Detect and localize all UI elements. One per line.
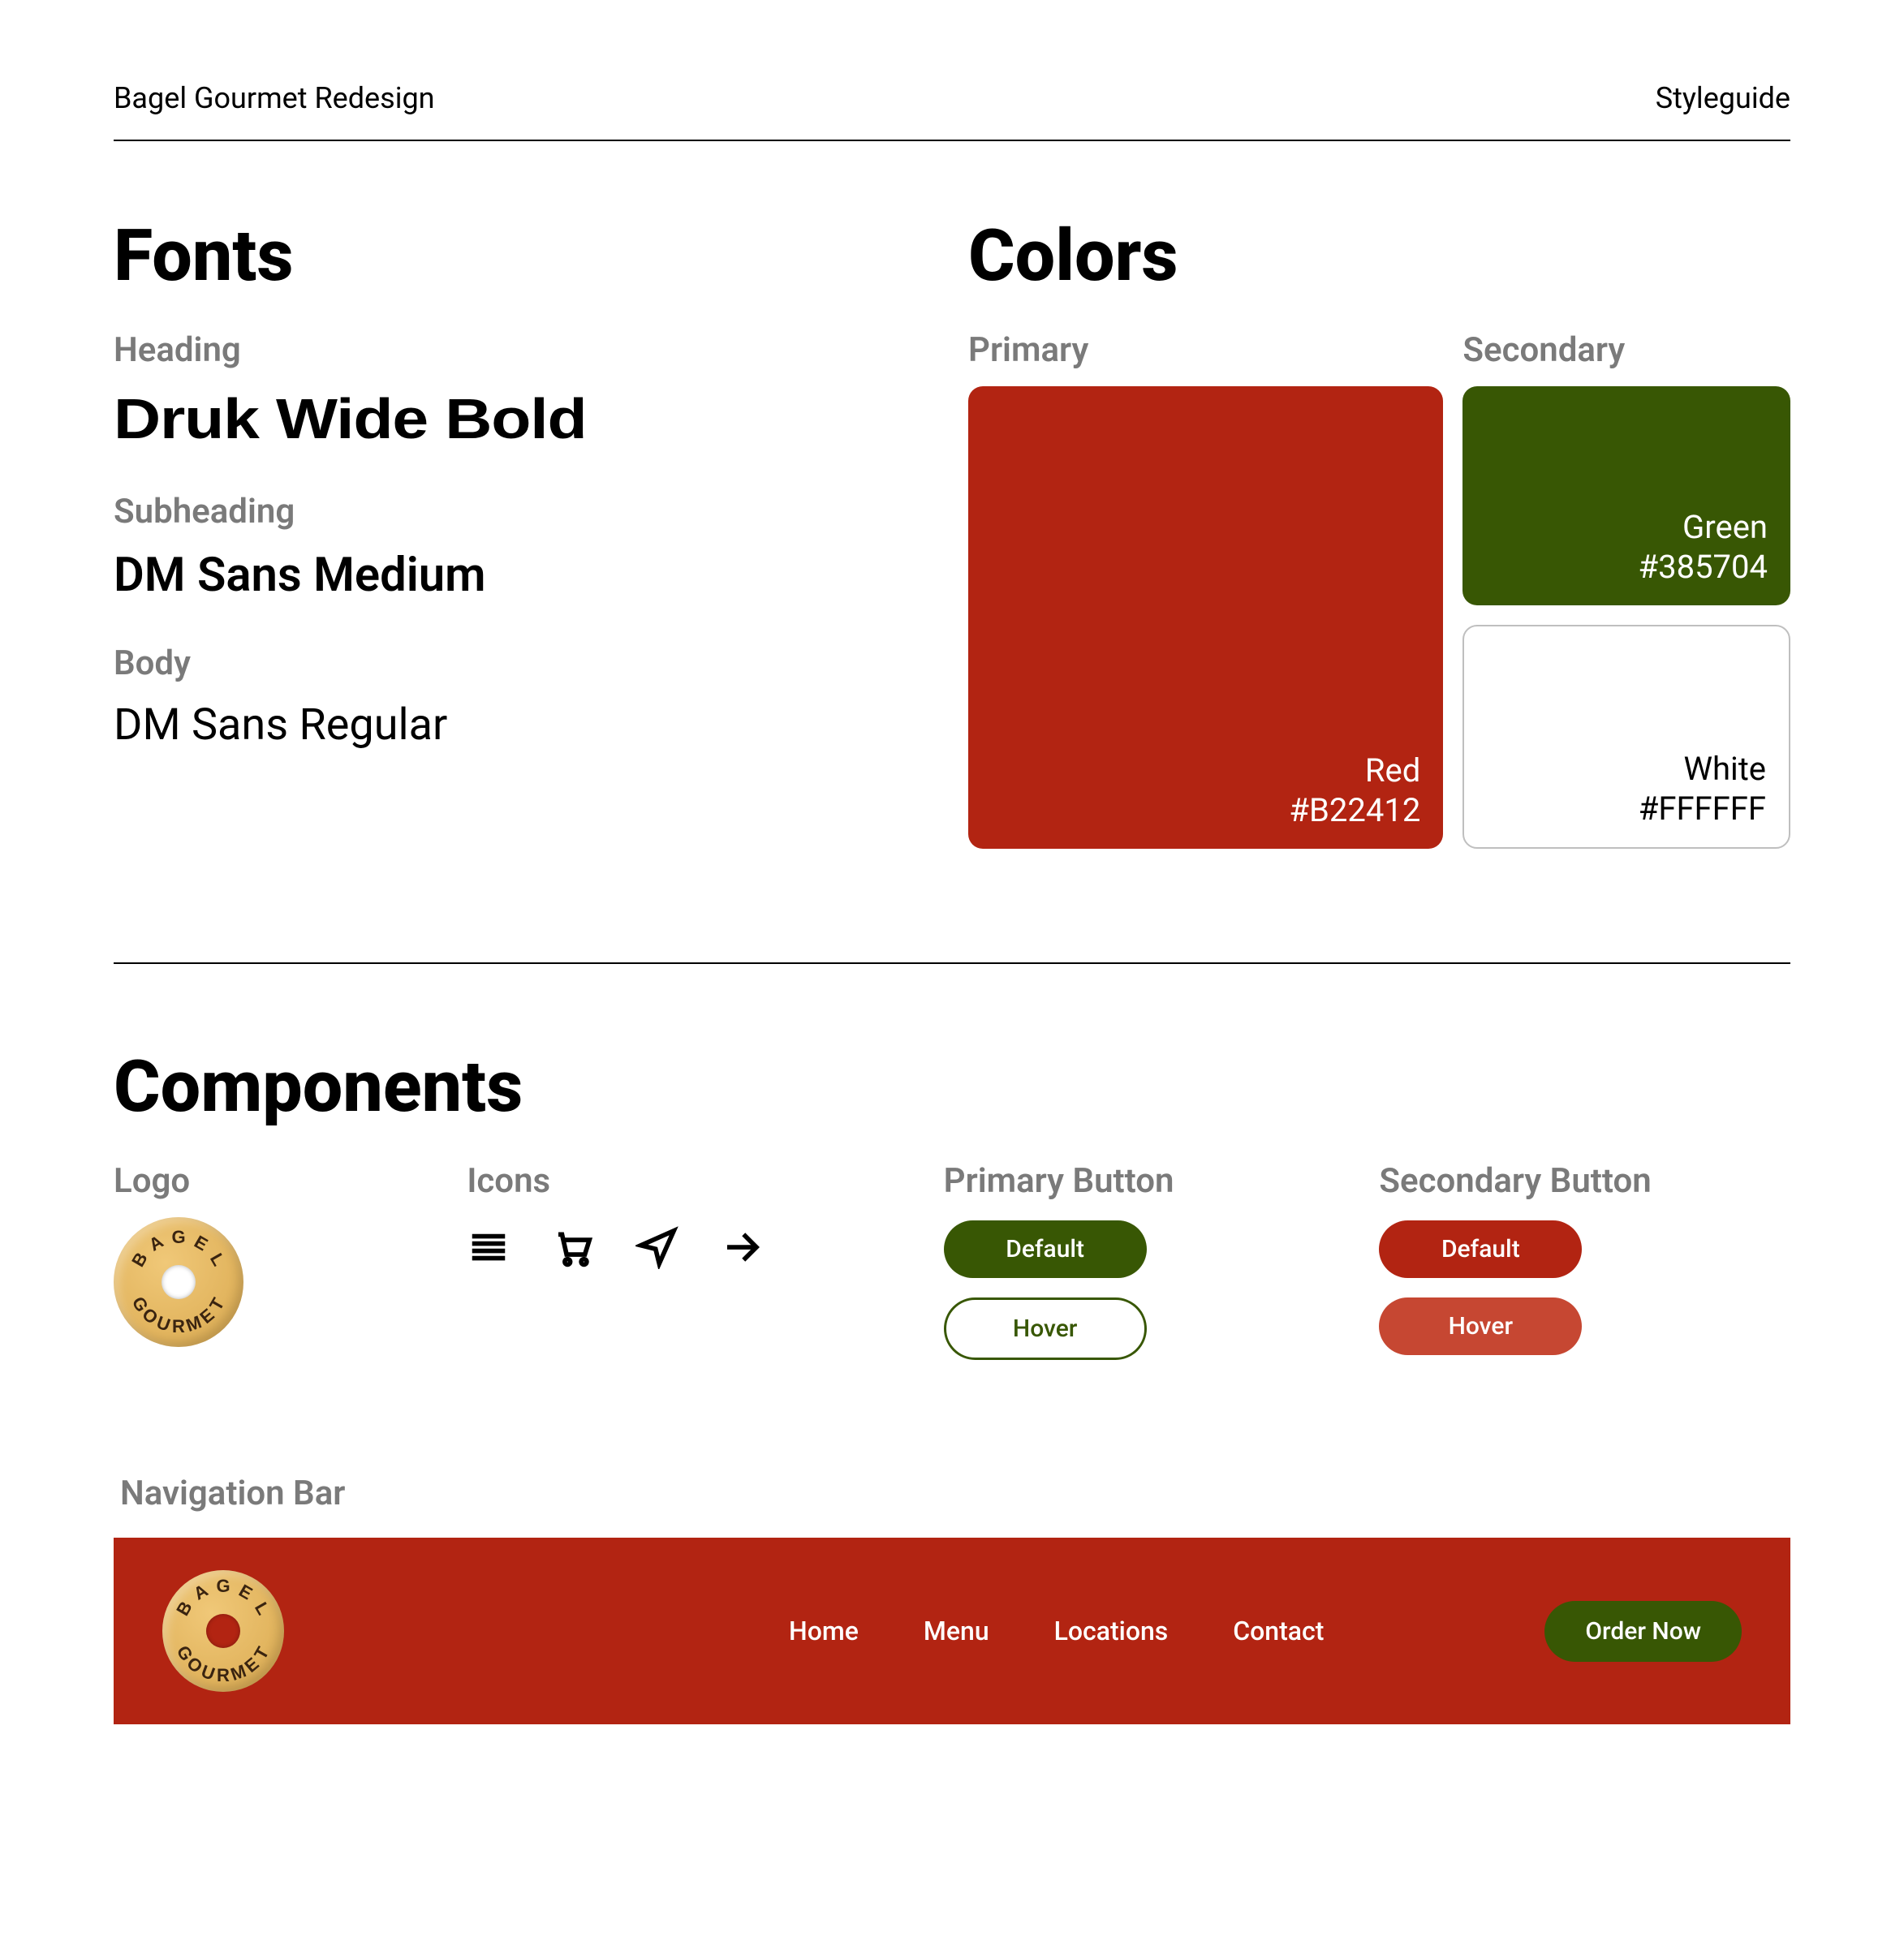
icons-label: Icons	[467, 1161, 919, 1201]
swatch-white-hex: #FFFFFF	[1639, 790, 1766, 828]
body-label: Body	[114, 643, 936, 683]
components-title: Components	[114, 1045, 1790, 1129]
secondary-label: Secondary	[1462, 330, 1790, 370]
swatch-white-name: White	[1683, 750, 1766, 788]
navbar-label: Navigation Bar	[120, 1474, 1790, 1513]
logo: BAGELGOURMET	[114, 1217, 243, 1347]
swatch-green: Green #385704	[1462, 386, 1790, 605]
logo-text-ring: BAGELGOURMET	[114, 1217, 243, 1347]
swatch-green-name: Green	[1682, 508, 1768, 546]
nav-links: Home Menu Locations Contact	[617, 1616, 1496, 1646]
heading-label: Heading	[114, 330, 936, 370]
project-name: Bagel Gourmet Redesign	[114, 81, 435, 115]
font-body-block: Body DM Sans Regular	[114, 643, 936, 751]
header-bar: Bagel Gourmet Redesign Styleguide	[114, 81, 1790, 141]
swatch-green-hex: #385704	[1638, 548, 1768, 586]
swatch-white: White #FFFFFF	[1462, 625, 1790, 849]
subheading-label: Subheading	[114, 492, 936, 531]
send-icon	[635, 1225, 679, 1272]
secondary-button-column: Secondary Button Default Hover	[1379, 1161, 1790, 1360]
navbar-logo[interactable]: BAGELGOURMET	[162, 1570, 284, 1692]
page-name: Styleguide	[1656, 81, 1790, 115]
swatch-red: Red #B22412	[968, 386, 1443, 849]
fonts-section: Fonts Heading Druk Wide Bold Subheading …	[114, 214, 936, 849]
primary-button-default[interactable]: Default	[944, 1220, 1147, 1278]
swatch-red-hex: #B22412	[1289, 791, 1420, 829]
secondary-color-column: Secondary Green #385704 White #FFFFFF	[1462, 330, 1790, 849]
primary-label: Primary	[968, 330, 1443, 370]
heading-font-sample: Druk Wide Bold	[114, 386, 1059, 451]
primary-button-hover[interactable]: Hover	[944, 1297, 1147, 1360]
nav-link-contact[interactable]: Contact	[1233, 1616, 1324, 1646]
font-heading-block: Heading Druk Wide Bold	[114, 330, 936, 451]
navbar-logo-text-ring: BAGELGOURMET	[162, 1570, 284, 1692]
secondary-button-label: Secondary Button	[1379, 1161, 1790, 1201]
icons-column: Icons	[467, 1161, 919, 1360]
section-divider	[114, 962, 1790, 964]
logo-column: Logo BAGELGOURMET	[114, 1161, 442, 1360]
secondary-button-hover[interactable]: Hover	[1379, 1297, 1582, 1355]
primary-button-column: Primary Button Default Hover	[944, 1161, 1355, 1360]
colors-title: Colors	[968, 214, 1790, 298]
navbar-section: Navigation Bar BAGELGOURMET Home Menu Lo…	[114, 1474, 1790, 1724]
body-font-sample: DM Sans Regular	[114, 699, 936, 751]
cart-icon	[551, 1225, 595, 1272]
secondary-button-default[interactable]: Default	[1379, 1220, 1582, 1278]
nav-link-home[interactable]: Home	[789, 1616, 859, 1646]
navbar: BAGELGOURMET Home Menu Locations Contact…	[114, 1538, 1790, 1724]
nav-link-locations[interactable]: Locations	[1054, 1616, 1169, 1646]
colors-section: Colors Primary Red #B22412 Secondary Gre…	[968, 214, 1790, 849]
arrow-right-icon	[720, 1225, 764, 1272]
font-subheading-block: Subheading DM Sans Medium	[114, 492, 936, 603]
menu-icon	[467, 1225, 510, 1272]
swatch-red-name: Red	[1365, 751, 1420, 790]
subheading-font-sample: DM Sans Medium	[114, 548, 936, 603]
fonts-title: Fonts	[114, 214, 936, 298]
nav-link-menu[interactable]: Menu	[924, 1616, 989, 1646]
primary-button-label: Primary Button	[944, 1161, 1355, 1201]
nav-cta-button[interactable]: Order Now	[1544, 1601, 1742, 1662]
logo-label: Logo	[114, 1161, 442, 1201]
